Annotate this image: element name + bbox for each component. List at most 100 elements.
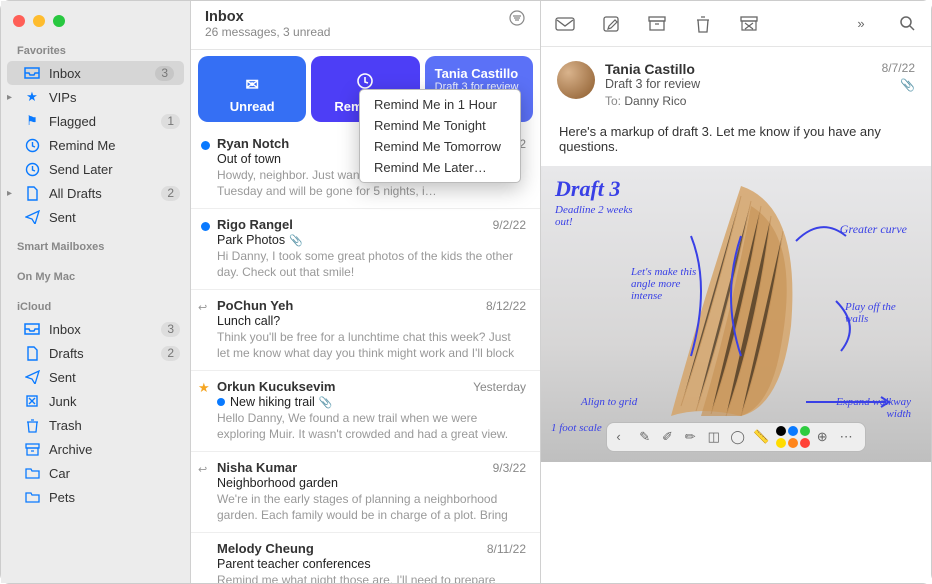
message-preview: We're in the early stages of planning a … [217, 491, 526, 523]
avatar [557, 61, 595, 99]
back-icon[interactable]: ‹ [616, 429, 632, 445]
attachment-image[interactable]: Draft 3 Deadline 2 weeks out! Let's make… [541, 166, 931, 462]
color-palette[interactable] [776, 426, 810, 448]
badge: 3 [161, 322, 180, 337]
minimize-window[interactable] [33, 15, 45, 27]
delete-button[interactable] [689, 10, 717, 38]
menu-item[interactable]: Remind Me in 1 Hour [360, 94, 520, 115]
lasso-icon[interactable]: ◯ [730, 429, 746, 445]
compose-button[interactable] [597, 10, 625, 38]
sidebar-item-vips[interactable]: ▸ ★ VIPs [1, 85, 190, 109]
menu-item[interactable]: Remind Me Later… [360, 157, 520, 178]
close-window[interactable] [13, 15, 25, 27]
search-button[interactable] [893, 10, 921, 38]
card-unread[interactable]: ✉︎ Unread [198, 56, 306, 122]
clock-send-icon [23, 161, 41, 177]
inbox-icon [23, 321, 41, 337]
trash-icon [23, 417, 41, 433]
more-icon[interactable]: ⋯ [840, 429, 856, 445]
more-button[interactable]: » [847, 10, 875, 38]
menu-item[interactable]: Remind Me Tonight [360, 115, 520, 136]
pen-icon[interactable]: ✎ [639, 429, 655, 445]
menu-item[interactable]: Remind Me Tomorrow [360, 136, 520, 157]
sidebar-item-icloud-sent[interactable]: Sent [1, 365, 190, 389]
unread-dot [201, 222, 210, 231]
section-smart: Smart Mailboxes [1, 237, 190, 257]
sidebar-item-icloud-archive[interactable]: Archive [1, 437, 190, 461]
sidebar-item-label: Drafts [49, 346, 84, 361]
pencil-icon[interactable]: ✏︎ [685, 429, 701, 445]
badge: 1 [161, 114, 180, 129]
document-icon [23, 185, 41, 201]
add-icon[interactable]: ⊕ [817, 429, 833, 445]
reply-icon: ↩︎ [198, 463, 207, 476]
message-row[interactable]: ↩︎PoChun Yeh8/12/22Lunch call?Think you'… [191, 290, 540, 371]
attachment-icon: 📎 [289, 234, 303, 247]
message-row[interactable]: Melody Cheung8/11/22Parent teacher confe… [191, 533, 540, 583]
message-to[interactable]: Danny Rico [624, 94, 686, 108]
star-icon: ★ [198, 380, 210, 396]
sidebar-item-icloud-junk[interactable]: Junk [1, 389, 190, 413]
message-subject: New hiking trail📎 [217, 395, 526, 409]
sidebar-item-label: Inbox [49, 322, 81, 337]
zoom-window[interactable] [53, 15, 65, 27]
message-row[interactable]: ↩︎Nisha Kumar9/3/22Neighborhood gardenWe… [191, 452, 540, 533]
to-label: To: [605, 94, 621, 108]
get-mail-button[interactable] [551, 10, 579, 38]
sidebar-item-label: Trash [49, 418, 82, 433]
eraser-icon[interactable]: ◫ [708, 429, 724, 445]
message-date: 9/2/22 [493, 218, 526, 232]
sidebar-item-label: All Drafts [49, 186, 102, 201]
sidebar-item-label: VIPs [49, 90, 76, 105]
message-from: Orkun Kucuksevim [217, 379, 336, 394]
remind-me-menu: Remind Me in 1 Hour Remind Me Tonight Re… [359, 89, 521, 183]
junk-button[interactable] [735, 10, 763, 38]
message-preview: Hi Danny, I took some great photos of th… [217, 248, 526, 280]
mailbox-subtitle: 26 messages, 3 unread [205, 25, 330, 39]
archive-button[interactable] [643, 10, 671, 38]
message-date: Yesterday [473, 380, 526, 394]
markup-toolbar[interactable]: ‹ ✎ ✐ ✏︎ ◫ ◯ 📏 ⊕ ⋯ [606, 422, 866, 452]
sidebar-item-label: Inbox [49, 66, 81, 81]
ruler-icon[interactable]: 📏 [753, 429, 769, 445]
sidebar-item-sent[interactable]: Sent [1, 205, 190, 229]
sidebar-item-alldrafts[interactable]: ▸ All Drafts 2 [1, 181, 190, 205]
sidebar-item-remindme[interactable]: Remind Me [1, 133, 190, 157]
message-date: 9/3/22 [493, 461, 526, 475]
folder-icon [23, 465, 41, 481]
sidebar-item-folder-pets[interactable]: Pets [1, 485, 190, 509]
sidebar-item-icloud-drafts[interactable]: Drafts 2 [1, 341, 190, 365]
sidebar-item-folder-car[interactable]: Car [1, 461, 190, 485]
annotation: Align to grid [581, 396, 637, 408]
chevron-right-icon[interactable]: ▸ [7, 92, 12, 103]
flag-icon: ⚑ [23, 113, 41, 129]
sidebar-item-label: Send Later [49, 162, 113, 177]
message-row[interactable]: ★ Orkun Kucuksevim YesterdayNew hiking tra… [191, 371, 540, 452]
annotation: Deadline 2 weeks out! [555, 204, 635, 228]
unread-dot [217, 398, 225, 406]
paperplane-icon [23, 369, 41, 385]
clock-icon [23, 137, 41, 153]
attachment-icon: 📎 [319, 396, 333, 409]
reply-icon: ↩︎ [198, 301, 207, 314]
message-from: Melody Cheung [217, 541, 314, 556]
sidebar-item-icloud-trash[interactable]: Trash [1, 413, 190, 437]
message-from: Tania Castillo [605, 61, 872, 77]
message-subject: Neighborhood garden [217, 476, 526, 490]
sidebar-item-label: Remind Me [49, 138, 115, 153]
attachment-icon: 📎 [882, 78, 915, 92]
sidebar-item-label: Flagged [49, 114, 96, 129]
sidebar-item-inbox[interactable]: Inbox 3 [7, 61, 184, 85]
junk-icon [23, 393, 41, 409]
sidebar-item-flagged[interactable]: ⚑ Flagged 1 [1, 109, 190, 133]
marker-icon[interactable]: ✐ [662, 429, 678, 445]
sidebar-item-icloud-inbox[interactable]: Inbox 3 [1, 317, 190, 341]
sidebar-item-sendlater[interactable]: Send Later [1, 157, 190, 181]
filter-icon[interactable] [508, 9, 526, 30]
sidebar-item-label: Pets [49, 490, 75, 505]
folder-icon [23, 489, 41, 505]
archive-icon [23, 441, 41, 457]
message-row[interactable]: Rigo Rangel9/2/22Park Photos📎Hi Danny, I… [191, 209, 540, 290]
chevron-right-icon[interactable]: ▸ [7, 188, 12, 199]
document-icon [23, 345, 41, 361]
